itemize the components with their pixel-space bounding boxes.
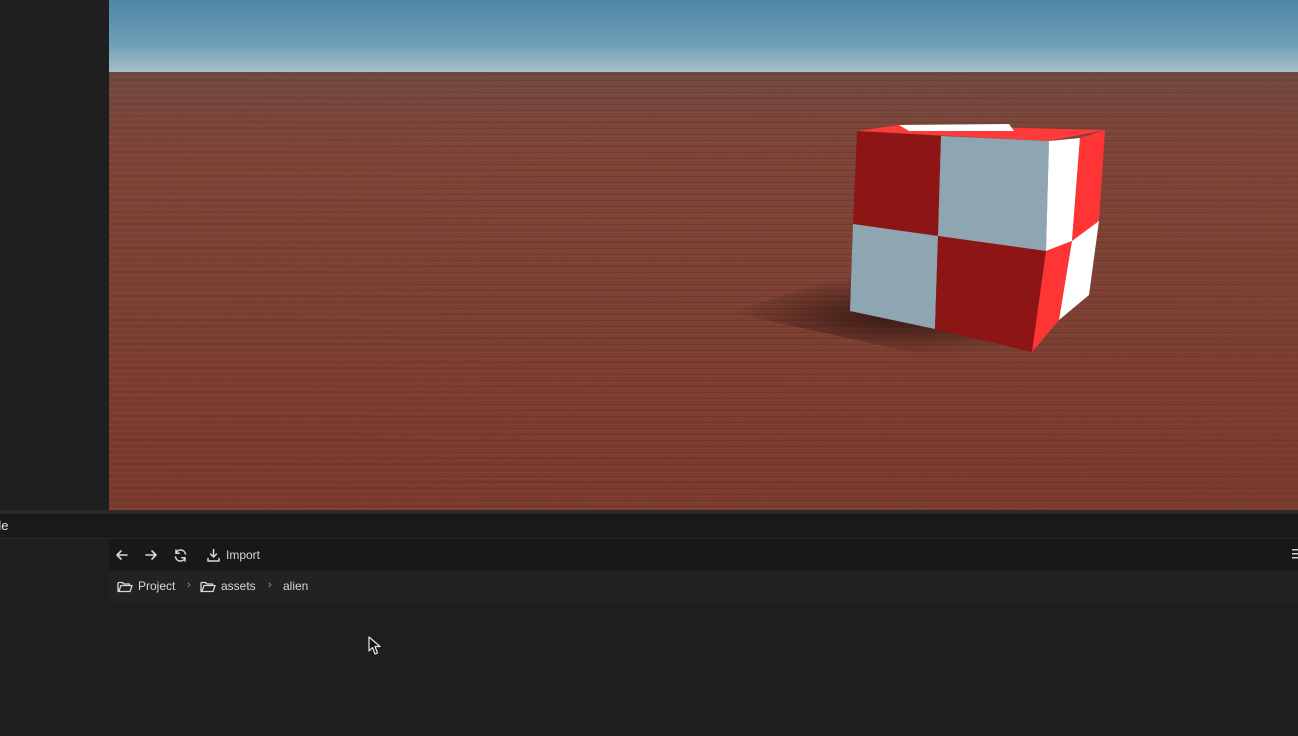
forward-button[interactable] — [144, 546, 158, 564]
refresh-icon — [174, 548, 187, 562]
back-button[interactable] — [115, 546, 129, 564]
panel-options-icon[interactable] — [1292, 547, 1298, 561]
panel-tab-label[interactable]: de — [0, 518, 8, 533]
browser-side-panel — [0, 539, 109, 736]
scene-viewport[interactable] — [109, 0, 1298, 510]
asset-browser-toolbar: Import — [109, 539, 1298, 571]
breadcrumb-label: Project — [138, 579, 176, 593]
breadcrumb-separator: › — [268, 579, 272, 591]
breadcrumb-label: assets — [221, 579, 256, 593]
breadcrumb-label: alien — [283, 579, 309, 593]
download-icon — [207, 548, 220, 562]
asset-file-area[interactable] — [109, 602, 1298, 736]
breadcrumb-separator: › — [187, 579, 191, 591]
panel-tab-bar: de — [0, 514, 1298, 539]
refresh-button[interactable] — [173, 546, 188, 564]
arrow-left-icon — [116, 550, 128, 560]
import-label: Import — [226, 548, 261, 562]
breadcrumb: Project › assets › alien — [109, 571, 1298, 602]
import-button[interactable]: Import — [206, 546, 260, 564]
folder-open-icon — [117, 581, 133, 592]
breadcrumb-item-assets[interactable]: assets — [200, 579, 256, 593]
left-side-panel — [0, 0, 109, 510]
breadcrumb-item-project[interactable]: Project — [117, 579, 175, 593]
breadcrumb-item-alien[interactable]: alien — [283, 579, 308, 593]
arrow-right-icon — [145, 550, 157, 560]
sky — [109, 0, 1298, 73]
folder-open-icon — [200, 581, 216, 592]
mouse-cursor-icon — [368, 636, 381, 655]
